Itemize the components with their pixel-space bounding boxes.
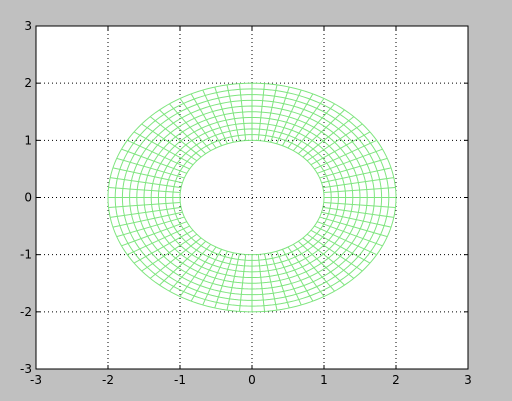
x-tick-label: 2 (392, 373, 400, 387)
x-tick-label: 3 (464, 373, 472, 387)
y-tick-label: 1 (24, 133, 32, 147)
y-tick-label: -1 (20, 248, 32, 262)
y-tick-label: 2 (24, 76, 32, 90)
x-tick-label: 1 (320, 373, 328, 387)
x-tick-label: 0 (248, 373, 256, 387)
chart-figure: -3 -2 -1 0 1 2 3-3-2-10123 (0, 0, 512, 401)
y-tick-label: 0 (24, 191, 32, 205)
y-tick-label: -3 (20, 362, 32, 376)
y-tick-label: 3 (24, 19, 32, 33)
x-tick-label: -2 (102, 373, 114, 387)
x-tick-label: -1 (174, 373, 186, 387)
y-tick-label: -2 (20, 305, 32, 319)
